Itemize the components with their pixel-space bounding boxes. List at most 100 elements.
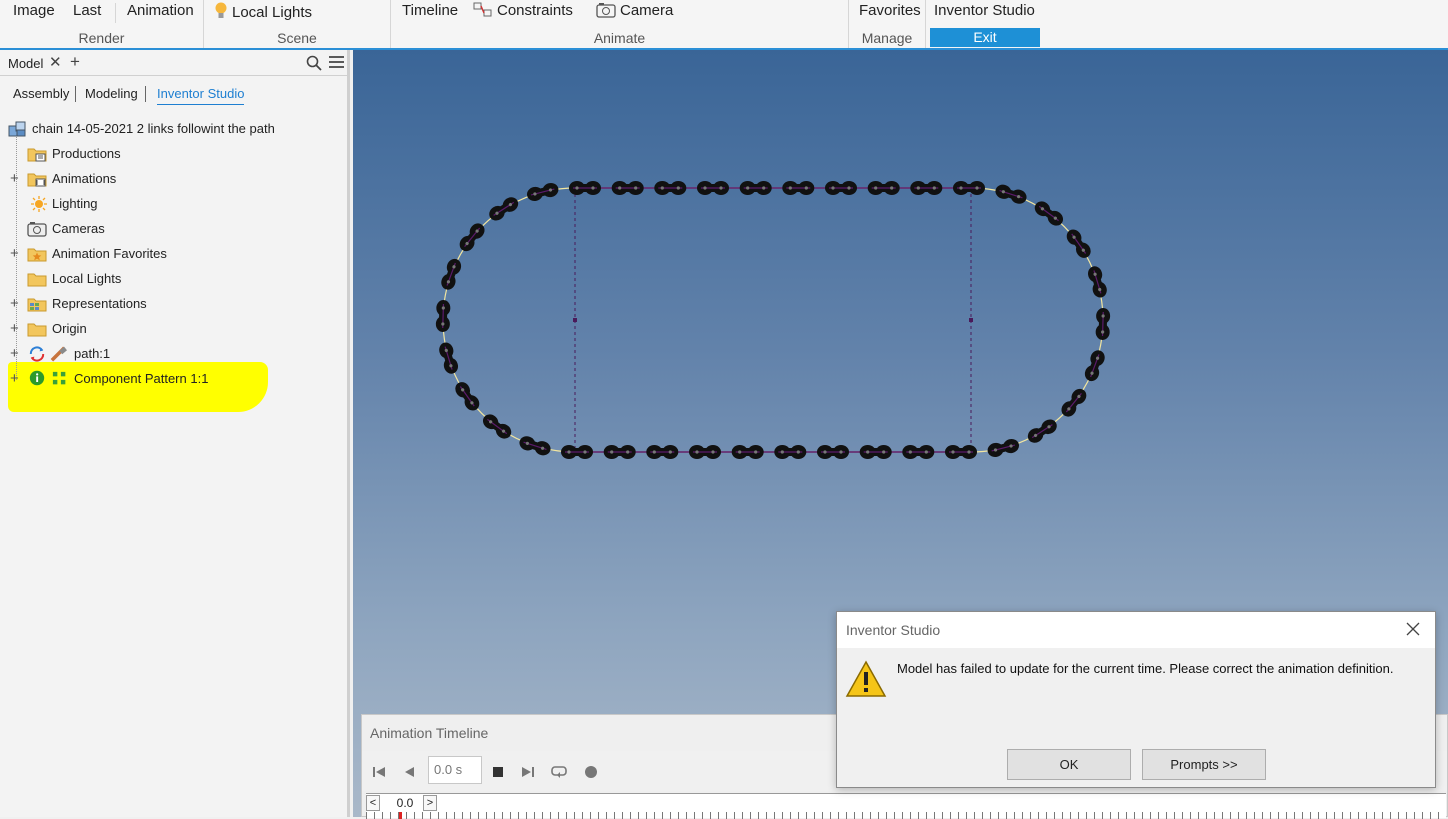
go-to-start-icon[interactable] <box>370 763 388 781</box>
expand-icon[interactable]: + <box>10 168 21 190</box>
tree-item-component-pattern[interactable]: + Component Pattern 1:1 <box>0 368 347 390</box>
pattern-icon <box>52 371 66 385</box>
manage-group-label: Manage <box>861 30 913 46</box>
render-group-label: Render <box>78 30 125 46</box>
tree-item-origin[interactable]: + Origin <box>0 318 347 340</box>
tree-item-label: Lighting <box>52 196 98 211</box>
mode-inventor-studio[interactable]: Inventor Studio <box>157 86 245 105</box>
render-group: Image Last Animation Render <box>0 0 204 48</box>
path-icon <box>50 346 67 362</box>
tree-item-animation-favorites[interactable]: + Animation Favorites <box>0 243 347 265</box>
chain-link <box>603 445 636 459</box>
menu-icon[interactable] <box>329 55 344 69</box>
mode-modeling[interactable]: Modeling <box>85 86 138 102</box>
scale-value: 0.0 <box>396 796 414 810</box>
chain-link <box>689 445 721 459</box>
tree-item-cameras[interactable]: Cameras <box>0 218 347 240</box>
exit-button[interactable]: Exit <box>930 28 1040 47</box>
time-field[interactable]: 0.0 s <box>428 756 482 784</box>
loop-icon[interactable] <box>550 763 568 781</box>
go-to-end-icon[interactable] <box>519 763 537 781</box>
chain-link <box>1095 308 1111 340</box>
timeline-title: Animation Timeline <box>370 725 489 741</box>
expand-icon[interactable]: + <box>10 318 21 340</box>
dialog-message: Model has failed to update for the curre… <box>897 661 1394 676</box>
folder-film-icon <box>27 148 47 162</box>
chain-link <box>654 181 687 195</box>
tree-item-label: Representations <box>52 296 147 311</box>
tree-item-animations[interactable]: + Animations <box>0 168 347 190</box>
tree-item-label: Origin <box>52 321 87 336</box>
search-icon[interactable] <box>306 55 322 71</box>
prompts-button[interactable]: Prompts >> <box>1142 749 1266 780</box>
last-button[interactable]: Last <box>73 2 101 20</box>
close-icon[interactable] <box>1405 621 1421 637</box>
chain-link <box>867 181 900 195</box>
tab-model[interactable]: Model <box>8 56 43 71</box>
chain-link <box>825 181 857 195</box>
lightbulb-icon <box>215 2 227 18</box>
chain-link <box>953 181 985 195</box>
expand-icon[interactable]: + <box>10 343 21 365</box>
expand-icon[interactable]: + <box>10 368 21 390</box>
play-reverse-icon[interactable] <box>400 763 418 781</box>
record-icon[interactable] <box>582 763 600 781</box>
tree-item-representations[interactable]: + Representations <box>0 293 347 315</box>
chain-link <box>439 342 459 374</box>
chain-link <box>987 438 1019 458</box>
expand-icon[interactable]: + <box>10 243 21 265</box>
chain-link <box>731 445 764 459</box>
ribbon: Image Last Animation Render Local Lights… <box>0 0 1448 50</box>
animation-button[interactable]: Animation <box>127 2 194 20</box>
chain-link <box>455 382 480 411</box>
center-point <box>969 318 973 322</box>
chain-link <box>817 445 849 459</box>
chain-link <box>435 300 451 332</box>
stop-icon[interactable] <box>489 763 507 781</box>
scroll-right-button[interactable]: > <box>423 795 437 811</box>
manage-group: Favorites Manage <box>849 0 926 48</box>
tree-item-lighting[interactable]: Lighting <box>0 193 347 215</box>
chain-link <box>489 197 519 221</box>
dialog-title: Inventor Studio <box>846 622 941 638</box>
chain-link <box>995 184 1027 204</box>
chain-link <box>739 181 772 195</box>
divider <box>75 86 76 102</box>
camera-button[interactable]: Camera <box>596 2 673 20</box>
add-tab-icon[interactable]: + <box>70 52 80 72</box>
local-lights-button[interactable]: Local Lights <box>214 2 312 22</box>
scroll-left-button[interactable]: < <box>366 795 380 811</box>
tree-item-productions[interactable]: Productions <box>0 143 347 165</box>
chain-link <box>527 182 559 202</box>
timeline-button[interactable]: Timeline <box>402 2 458 20</box>
dialog-titlebar: Inventor Studio <box>837 612 1435 648</box>
expand-icon[interactable]: + <box>10 293 21 315</box>
tree-item-label: Animations <box>52 171 117 186</box>
browser-tabs: Model ✕ + <box>0 50 347 76</box>
divider <box>145 86 146 102</box>
chain-link <box>569 181 601 195</box>
ok-button[interactable]: OK <box>1007 749 1131 780</box>
constraints-button[interactable]: Constraints <box>473 2 573 20</box>
path-curve <box>442 187 1104 453</box>
time-marker[interactable] <box>399 812 402 819</box>
tree-item-path[interactable]: + path:1 <box>0 343 347 365</box>
timeline-scale[interactable]: < 0.0 > <box>366 793 1446 819</box>
tree-item-local-lights[interactable]: Local Lights <box>0 268 347 290</box>
chain-link <box>774 445 807 459</box>
favorites-button[interactable]: Favorites <box>859 2 921 20</box>
chain-link <box>646 445 679 459</box>
sun-icon <box>31 196 47 212</box>
folder-icon <box>27 323 47 337</box>
info-icon <box>29 370 45 386</box>
chain-link <box>910 181 943 195</box>
animate-group: Timeline Constraints Camera Animate <box>391 0 849 48</box>
chain-link <box>519 436 551 456</box>
mode-assembly[interactable]: Assembly <box>13 86 69 102</box>
tree-root[interactable]: chain 14-05-2021 2 links followint the p… <box>0 118 347 140</box>
image-button[interactable]: Image <box>13 2 55 20</box>
close-icon[interactable]: ✕ <box>49 53 62 71</box>
model-browser: Model ✕ + Assembly Modeling Inventor Stu… <box>0 50 350 817</box>
scene-group-label: Scene <box>277 30 317 46</box>
chain-link <box>859 445 892 459</box>
